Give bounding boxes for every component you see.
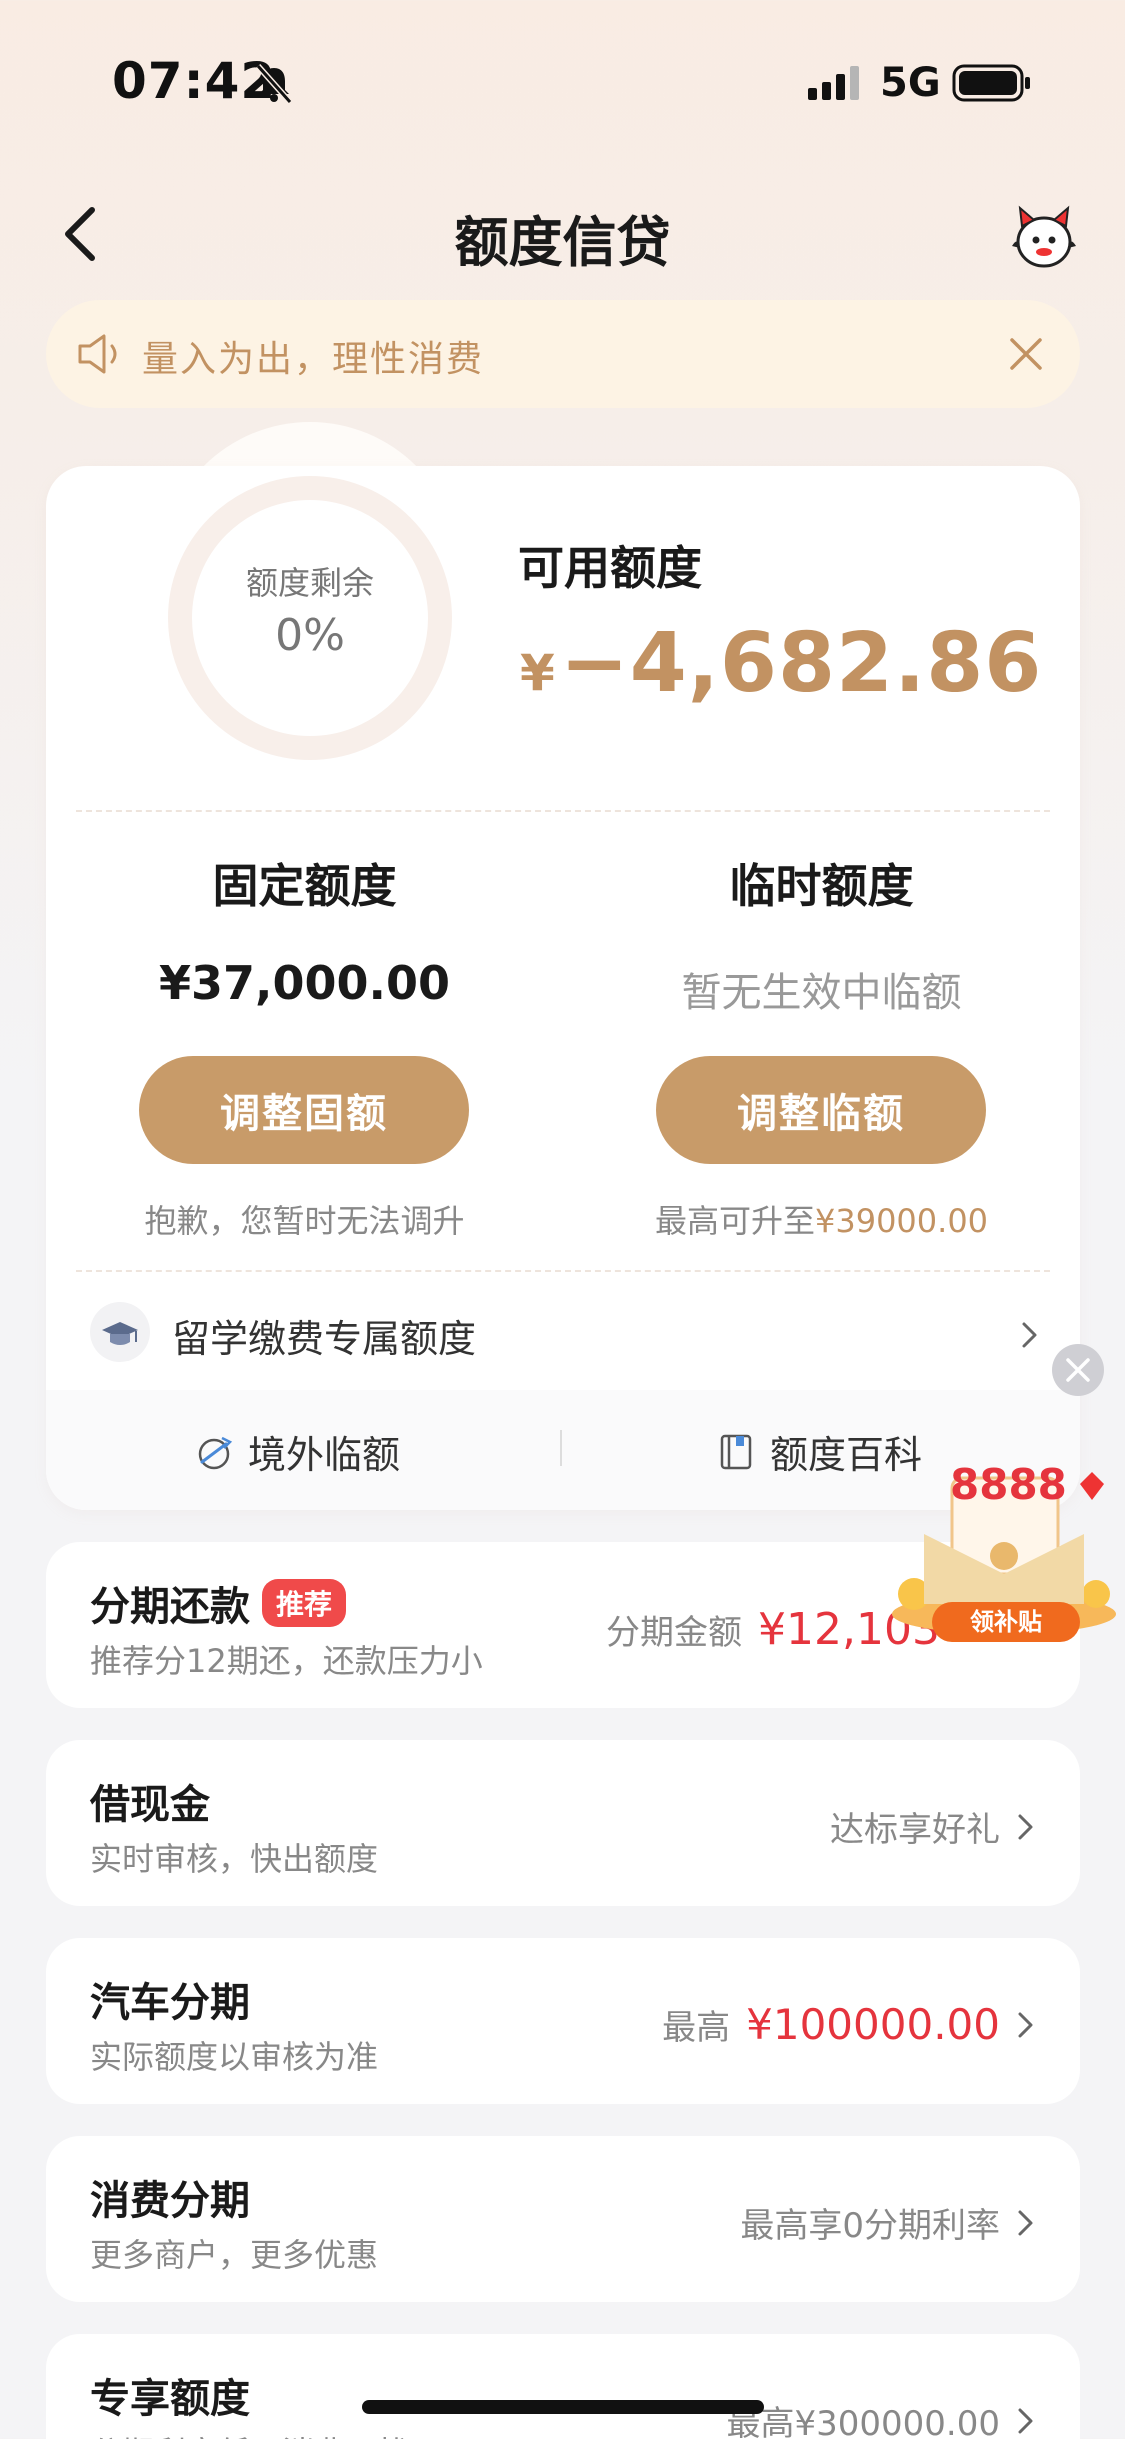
adjust-fixed-button[interactable]: 调整固额 — [139, 1056, 469, 1164]
adjust-temp-button[interactable]: 调整临额 — [656, 1056, 986, 1164]
fixed-quota-title: 固定额度 — [212, 859, 397, 913]
installment-title-text: 分期还款 — [90, 1584, 250, 1630]
subsidy-promo[interactable]: 8888 领补贴 — [884, 1444, 1124, 1654]
exclusive-right-label: 最高¥300000.00 — [726, 2404, 1001, 2439]
network-type: 5G — [880, 60, 941, 106]
signal-icon — [808, 66, 859, 100]
consumer-subtitle: 更多商户，更多优惠 — [90, 2236, 379, 2274]
cash-right: 达标享好礼 — [830, 1802, 1036, 1851]
car-right-value: ¥100000.00 — [746, 2000, 1000, 2049]
car-installment-card[interactable]: 汽车分期 实际额度以审核为准 最高 ¥100000.00 — [46, 1938, 1080, 2104]
divider — [76, 1270, 1050, 1272]
chevron-right-icon — [1018, 2408, 1033, 2433]
chevron-right-icon — [1018, 1814, 1033, 1839]
fixed-quota-amount: ¥37,000.00 — [158, 956, 450, 1010]
temp-hint: 最高可升至¥39000.00 — [563, 1196, 1080, 1242]
car-right: 最高 ¥100000.00 — [662, 2000, 1036, 2049]
available-label: 可用额度 — [518, 541, 702, 595]
promo-cta[interactable]: 领补贴 — [932, 1602, 1080, 1642]
ring-label: 额度剩余 — [245, 564, 374, 602]
home-indicator — [362, 2400, 764, 2414]
promo-amount: 8888 — [950, 1460, 1067, 1509]
plane-globe-icon — [198, 1436, 233, 1469]
temp-hint-amount: ¥39000.00 — [814, 1202, 989, 1240]
consumer-title: 消费分期 — [90, 2178, 250, 2224]
mascot-icon[interactable] — [1006, 200, 1082, 272]
promo-close-button[interactable] — [1052, 1344, 1104, 1396]
cash-subtitle: 实时审核，快出额度 — [90, 1840, 379, 1878]
overseas-quota-link[interactable]: 境外临额 — [194, 1424, 400, 1479]
car-subtitle: 实际额度以审核为准 — [90, 2038, 379, 2076]
chevron-right-icon — [1022, 1322, 1037, 1348]
cash-right-label: 达标享好礼 — [830, 1810, 1000, 1850]
exclusive-quota-card[interactable]: 专享额度 分期利率低，消费无忧 最高¥300000.00 — [46, 2334, 1080, 2439]
page-title: 额度信贷 — [454, 211, 671, 274]
installment-title: 分期还款 推荐 — [90, 1574, 347, 1632]
chevron-right-icon — [1018, 2210, 1033, 2235]
recommend-badge: 推荐 — [262, 1579, 347, 1627]
notice-text: 量入为出，理性消费 — [142, 339, 485, 380]
consumer-right-label: 最高享0分期利率 — [740, 2206, 1000, 2246]
exclusive-right: 最高¥300000.00 — [727, 2396, 1037, 2439]
chevron-right-icon — [1018, 2012, 1033, 2037]
bell-muted-icon — [255, 64, 293, 104]
battery-icon — [952, 64, 1030, 102]
graduation-cap-icon — [90, 1302, 150, 1362]
close-icon[interactable] — [1004, 332, 1048, 376]
cash-title: 借现金 — [90, 1782, 210, 1828]
overseas-quota-label: 境外临额 — [248, 1433, 401, 1477]
available-amount: −4,682.86 — [560, 616, 1043, 711]
fixed-hint: 抱歉，您暂时无法调升 — [144, 1202, 465, 1240]
study-quota-row[interactable]: 留学缴费专属额度 — [46, 1278, 1080, 1378]
installment-amount-label: 分期金额 — [606, 1613, 743, 1653]
study-quota-label: 留学缴费专属额度 — [172, 1317, 477, 1361]
close-icon — [1066, 1358, 1090, 1382]
ring-percent: 0% — [275, 610, 345, 661]
installment-subtitle: 推荐分12期还，还款压力小 — [90, 1642, 483, 1680]
exclusive-title: 专享额度 — [90, 2376, 250, 2422]
car-right-label: 最高 — [662, 2008, 731, 2048]
temp-hint-prefix: 最高可升至 — [654, 1202, 815, 1240]
cash-loan-card[interactable]: 借现金 实时审核，快出额度 达标享好礼 — [46, 1740, 1080, 1906]
book-icon — [720, 1434, 752, 1469]
available-currency: ¥ — [520, 644, 555, 702]
consumer-installment-card[interactable]: 消费分期 更多商户，更多优惠 最高享0分期利率 — [46, 2136, 1080, 2302]
exclusive-subtitle: 分期利率低，消费无忧 — [90, 2428, 410, 2439]
footer-divider — [560, 1430, 562, 1466]
speaker-icon — [78, 334, 117, 374]
quota-card: 额度剩余 0% 可用额度 ¥ −4,682.86 固定额度 临时额度 ¥37,0… — [46, 466, 1080, 1510]
temp-quota-status: 暂无生效中临额 — [681, 970, 962, 1016]
car-title: 汽车分期 — [90, 1980, 250, 2026]
divider — [76, 810, 1050, 812]
consumer-right: 最高享0分期利率 — [740, 2198, 1036, 2247]
temp-quota-title: 临时额度 — [729, 859, 914, 913]
notice-bar: 量入为出，理性消费 — [46, 300, 1080, 408]
